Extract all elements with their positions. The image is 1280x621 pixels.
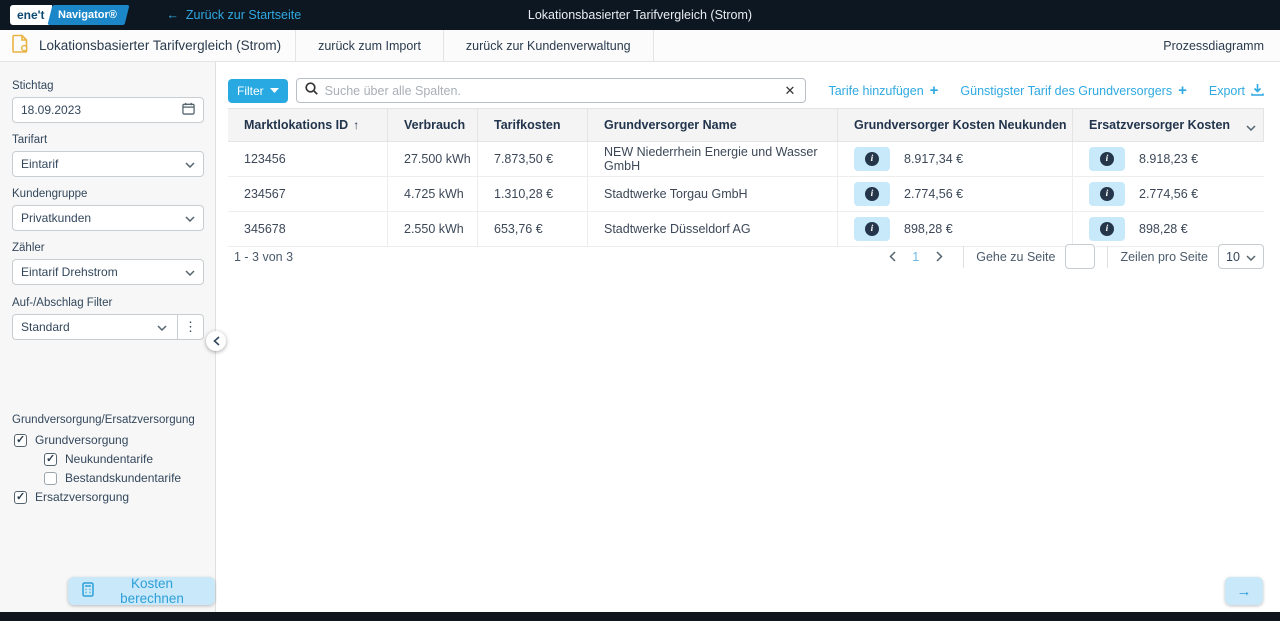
col-header-verbrauch[interactable]: Verbrauch (388, 109, 478, 141)
zaehler-label: Zähler (12, 242, 45, 254)
table-toolbar: Filter ✕ Tarife hinzufügen + Günstigster… (228, 78, 1264, 103)
download-icon (1251, 83, 1264, 99)
tarifart-label: Tarifart (12, 134, 48, 146)
goto-page-input[interactable] (1065, 244, 1096, 269)
checkbox-neukundentarife[interactable]: Neukundentarife (44, 452, 153, 466)
checkbox-bestandskundentarife[interactable]: Bestandskundentarife (44, 471, 181, 485)
arrow-right-icon: → (1236, 582, 1252, 600)
logo-navigator-text: Navigator® (47, 5, 129, 25)
chevron-down-icon (185, 157, 195, 171)
goto-page-label: Gehe zu Seite (976, 249, 1056, 264)
next-step-button[interactable]: → (1225, 577, 1263, 605)
rows-per-page-select[interactable]: 10 (1218, 244, 1264, 269)
chevron-down-icon (157, 320, 167, 334)
top-navigation-bar: ene't Navigator® ← Zurück zur Startseite… (0, 0, 1280, 30)
rows-per-page-label: Zeilen pro Seite (1120, 249, 1208, 264)
pagination-bar: 1 - 3 von 3 1 Gehe zu Seite Zeilen pro S… (228, 243, 1264, 270)
checkbox-box[interactable] (44, 471, 57, 485)
tab-back-to-customer-management[interactable]: zurück zur Kundenverwaltung (442, 30, 654, 61)
dropdown-arrow-icon (269, 88, 279, 93)
kebab-menu-icon[interactable]: ⋮ (177, 315, 203, 339)
info-icon: i (1100, 152, 1114, 166)
page-tabs: zurück zum Import zurück zur Kundenverwa… (295, 30, 654, 61)
document-gear-icon (12, 34, 29, 58)
divider (963, 245, 965, 268)
info-button[interactable]: i (1089, 217, 1125, 241)
filter-sidebar: Stichtag 18.09.2023 Tarifart Eintarif Ku… (0, 62, 216, 612)
tarifart-select[interactable]: Eintarif (12, 151, 204, 177)
chevron-down-icon (185, 265, 195, 279)
auf-abschlag-filter-label: Auf-/Abschlag Filter (12, 297, 113, 309)
table-row[interactable]: 123456 27.500 kWh 7.873,50 € NEW Niederr… (228, 142, 1264, 177)
checkbox-box[interactable] (44, 452, 57, 466)
table-row[interactable]: 234567 4.725 kWh 1.310,28 € Stadtwerke T… (228, 177, 1264, 212)
pagination-range: 1 - 3 von 3 (234, 249, 294, 264)
auf-abschlag-filter-select[interactable]: Standard ⋮ (12, 314, 204, 340)
calendar-icon[interactable] (182, 102, 195, 118)
clear-search-icon[interactable]: ✕ (783, 83, 798, 99)
page-header-bar: Lokationsbasierter Tarifvergleich (Strom… (0, 30, 1280, 62)
arrow-left-icon: ← (166, 8, 179, 22)
divider (1107, 245, 1109, 268)
info-icon: i (1100, 222, 1114, 236)
main-content: Filter ✕ Tarife hinzufügen + Günstigster… (217, 62, 1280, 612)
add-tariffs-link[interactable]: Tarife hinzufügen + (828, 82, 938, 99)
info-icon: i (865, 222, 879, 236)
kundengruppe-select[interactable]: Privatkunden (12, 205, 204, 231)
chevron-down-icon (1246, 250, 1256, 264)
previous-page-icon[interactable] (880, 245, 904, 269)
info-icon: i (865, 152, 879, 166)
search-icon (305, 81, 318, 100)
search-input[interactable] (324, 83, 783, 98)
col-header-grundversorger-kosten[interactable]: Grundversorger Kosten Neukunden (838, 109, 1073, 141)
current-page-number[interactable]: 1 (904, 250, 927, 264)
checkbox-box[interactable] (14, 433, 27, 447)
info-button[interactable]: i (1089, 147, 1125, 171)
info-button[interactable]: i (854, 147, 890, 171)
tariff-comparison-table: Marktlokations ID ↑ Verbrauch Tarifkoste… (228, 108, 1264, 247)
stichtag-date-input[interactable]: 18.09.2023 (12, 97, 204, 123)
col-header-ersatzversorger-kosten[interactable]: Ersatzversorger Kosten (1073, 109, 1264, 141)
zaehler-select[interactable]: Eintarif Drehstrom (12, 259, 204, 285)
search-box: ✕ (295, 78, 807, 103)
info-button[interactable]: i (1089, 182, 1125, 206)
filter-button[interactable]: Filter (228, 78, 288, 103)
sidebar-collapse-button[interactable] (206, 331, 226, 351)
info-button[interactable]: i (854, 217, 890, 241)
kundengruppe-label: Kundengruppe (12, 188, 88, 200)
chevron-down-icon (185, 211, 195, 225)
tab-back-to-import[interactable]: zurück zum Import (295, 30, 443, 61)
col-header-grundversorger-name[interactable]: Grundversorger Name (588, 109, 838, 141)
table-header-row: Marktlokations ID ↑ Verbrauch Tarifkoste… (228, 109, 1264, 142)
checkbox-ersatzversorgung[interactable]: Ersatzversorgung (14, 490, 129, 504)
checkbox-grundversorgung[interactable]: Grundversorgung (14, 433, 128, 447)
col-header-marktlokations-id[interactable]: Marktlokations ID ↑ (228, 109, 388, 141)
table-row[interactable]: 345678 2.550 kWh 653,76 € Stadtwerke Düs… (228, 212, 1264, 247)
column-menu-chevron-icon[interactable] (1246, 118, 1256, 136)
info-icon: i (865, 187, 879, 201)
info-icon: i (1100, 187, 1114, 201)
calculate-costs-button[interactable]: Kosten berechnen (68, 576, 215, 606)
process-diagram-link[interactable]: Prozessdiagramm (1163, 39, 1264, 53)
page-title: Lokationsbasierter Tarifvergleich (Strom… (39, 38, 282, 53)
sort-ascending-icon[interactable]: ↑ (353, 118, 359, 132)
export-link[interactable]: Export (1209, 83, 1264, 99)
versorgung-group-label: Grundversorgung/Ersatzversorgung (12, 414, 195, 426)
plus-icon: + (929, 82, 939, 99)
checkbox-box[interactable] (14, 490, 27, 504)
info-button[interactable]: i (854, 182, 890, 206)
calculator-icon (82, 582, 94, 600)
back-to-startpage-link[interactable]: ← Zurück zur Startseite (166, 8, 301, 22)
logo-enet-text: ene't (10, 5, 52, 25)
plus-icon: + (1178, 82, 1187, 99)
enet-navigator-logo[interactable]: ene't Navigator® (10, 5, 129, 25)
cheapest-tariff-link[interactable]: Günstigster Tarif des Grundversorgers + (960, 82, 1186, 99)
stichtag-label: Stichtag (12, 80, 54, 92)
next-page-icon[interactable] (927, 245, 951, 269)
bottom-bar (0, 612, 1280, 621)
col-header-tarifkosten[interactable]: Tarifkosten (478, 109, 588, 141)
